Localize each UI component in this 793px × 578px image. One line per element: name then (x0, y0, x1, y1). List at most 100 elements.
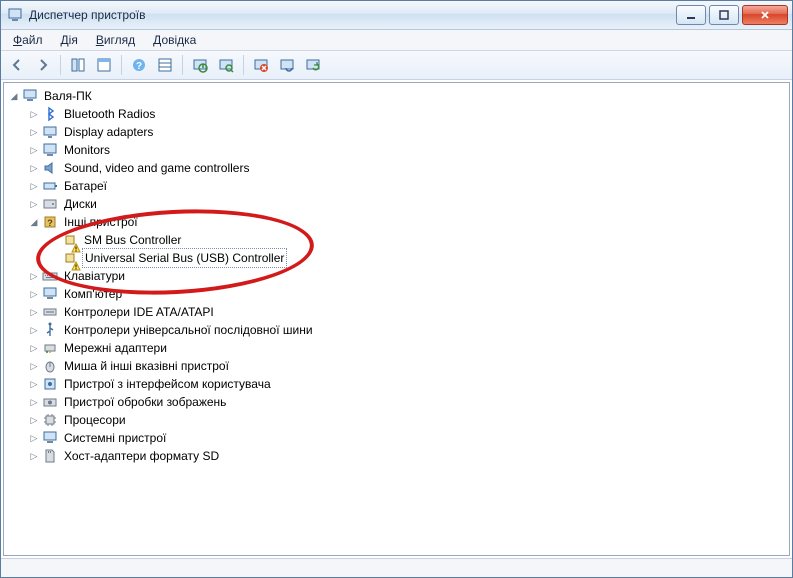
menu-view[interactable]: Вигляд (88, 32, 143, 48)
expand-icon[interactable]: ▷ (26, 124, 42, 140)
enable-button[interactable] (301, 53, 325, 77)
help-button[interactable]: ? (127, 53, 151, 77)
category-label: Інші пристрої (62, 213, 140, 231)
close-button[interactable] (742, 5, 788, 25)
titlebar: Диспетчер пристроїв (1, 1, 792, 30)
tree-category[interactable]: ▷ Sound, video and game controllers (6, 159, 787, 177)
category-label: Sound, video and game controllers (62, 159, 251, 177)
menu-action[interactable]: Дія (53, 32, 86, 48)
statusbar (1, 558, 792, 577)
category-label: Клавіатури (62, 267, 127, 285)
expand-icon[interactable]: ▷ (26, 448, 42, 464)
expand-icon[interactable]: ▷ (26, 286, 42, 302)
tree-device[interactable]: SM Bus Controller (6, 231, 787, 249)
category-icon (42, 394, 58, 410)
expand-icon[interactable]: ▷ (26, 376, 42, 392)
tree-children: ▷Bluetooth Radios▷Display adapters▷Monit… (6, 105, 787, 465)
tree-category[interactable]: ▷ Display adapters (6, 123, 787, 141)
category-icon (42, 142, 58, 158)
expand-icon[interactable]: ▷ (26, 196, 42, 212)
tree-category[interactable]: ▷Bluetooth Radios (6, 105, 787, 123)
app-icon (7, 7, 23, 23)
toolbar-separator (60, 55, 61, 75)
tree-category[interactable]: ◢?Інші пристрої (6, 213, 787, 231)
category-icon (42, 196, 58, 212)
expand-icon[interactable]: ▷ (26, 304, 42, 320)
back-button[interactable] (5, 53, 29, 77)
category-icon (42, 340, 58, 356)
category-icon (42, 358, 58, 374)
svg-text:?: ? (136, 61, 142, 72)
scan-hardware-button[interactable] (214, 53, 238, 77)
category-label: Display adapters (62, 123, 155, 141)
view-button[interactable] (153, 53, 177, 77)
category-label: Комп'ютер (62, 285, 124, 303)
device-label: SM Bus Controller (82, 231, 183, 249)
expand-icon[interactable]: ▷ (26, 106, 42, 122)
tree-device[interactable]: Universal Serial Bus (USB) Controller (6, 249, 787, 267)
collapse-icon[interactable]: ◢ (6, 88, 22, 104)
toolbar-separator (243, 55, 244, 75)
category-label: Диски (62, 195, 99, 213)
category-label: Контролери IDE ATA/ATAPI (62, 303, 216, 321)
category-icon (42, 106, 58, 122)
tree-category[interactable]: ▷Контролери універсальної послідовної ши… (6, 321, 787, 339)
expand-icon[interactable]: ▷ (26, 358, 42, 374)
properties-button[interactable] (92, 53, 116, 77)
category-label: Процесори (62, 411, 128, 429)
tree-category[interactable]: ▷Системні пристрої (6, 429, 787, 447)
category-label: Monitors (62, 141, 112, 159)
maximize-button[interactable] (709, 5, 739, 25)
category-icon (42, 376, 58, 392)
tree-category[interactable]: ▷ Хост-адаптери формату SD (6, 447, 787, 465)
expand-icon[interactable]: ▷ (26, 268, 42, 284)
toolbar: ? (1, 51, 792, 80)
tree-category[interactable]: ▷ Комп'ютер (6, 285, 787, 303)
menubar: Файл Дія Вигляд Довідка (1, 30, 792, 51)
tree-category[interactable]: ▷ Контролери IDE ATA/ATAPI (6, 303, 787, 321)
device-manager-window: Диспетчер пристроїв Файл Дія Вигляд Дові… (0, 0, 793, 578)
collapse-icon[interactable]: ◢ (26, 214, 42, 230)
expand-icon[interactable]: ▷ (26, 394, 42, 410)
expand-icon[interactable]: ▷ (26, 412, 42, 428)
tree-category[interactable]: ▷ Процесори (6, 411, 787, 429)
tree-category[interactable]: ▷Миша й інші вказівні пристрої (6, 357, 787, 375)
disable-button[interactable] (275, 53, 299, 77)
tree-category[interactable]: ▷Мережні адаптери (6, 339, 787, 357)
tree-category[interactable]: ▷Пристрої обробки зображень (6, 393, 787, 411)
device-label: Universal Serial Bus (USB) Controller (82, 248, 287, 268)
category-icon (42, 268, 58, 284)
category-icon (42, 412, 58, 428)
expand-icon[interactable]: ▷ (26, 430, 42, 446)
device-tree: ◢ Валя-ПК ▷Bluetooth Radios▷Display adap… (4, 83, 789, 469)
category-label: Хост-адаптери формату SD (62, 447, 221, 465)
show-hide-tree-button[interactable] (66, 53, 90, 77)
expand-icon[interactable]: ▷ (26, 340, 42, 356)
expand-icon[interactable]: ▷ (26, 142, 42, 158)
tree-root[interactable]: ◢ Валя-ПК (6, 87, 787, 105)
category-icon (42, 304, 58, 320)
window-buttons (676, 5, 788, 25)
expand-icon[interactable]: ▷ (26, 322, 42, 338)
category-label: Пристрої з інтерфейсом користувача (62, 375, 273, 393)
tree-category[interactable]: ▷ Monitors (6, 141, 787, 159)
uninstall-button[interactable] (249, 53, 273, 77)
expand-icon[interactable]: ▷ (26, 160, 42, 176)
expand-icon[interactable]: ▷ (26, 178, 42, 194)
device-icon (62, 250, 78, 266)
tree-root-label: Валя-ПК (42, 87, 94, 105)
tree-category[interactable]: ▷ Диски (6, 195, 787, 213)
toolbar-separator (182, 55, 183, 75)
tree-category[interactable]: ▷Батареї (6, 177, 787, 195)
minimize-button[interactable] (676, 5, 706, 25)
body: ◢ Валя-ПК ▷Bluetooth Radios▷Display adap… (1, 80, 792, 558)
update-driver-button[interactable] (188, 53, 212, 77)
tree-category[interactable]: ▷ Клавіатури (6, 267, 787, 285)
menu-file[interactable]: Файл (5, 32, 51, 48)
category-icon (42, 448, 58, 464)
menu-help[interactable]: Довідка (145, 32, 204, 48)
forward-button[interactable] (31, 53, 55, 77)
category-icon (42, 430, 58, 446)
tree-category[interactable]: ▷ Пристрої з інтерфейсом користувача (6, 375, 787, 393)
device-tree-panel[interactable]: ◢ Валя-ПК ▷Bluetooth Radios▷Display adap… (3, 82, 790, 556)
